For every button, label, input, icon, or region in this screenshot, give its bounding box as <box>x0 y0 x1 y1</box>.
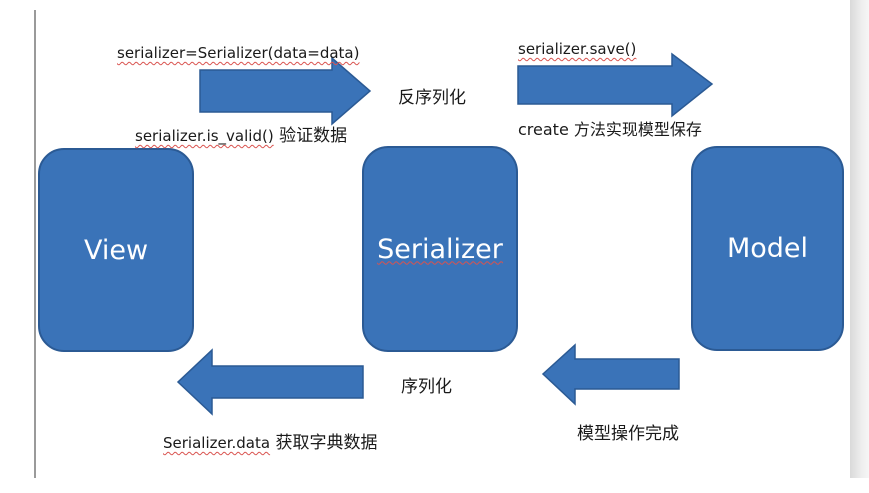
top-left-code-label: serializer=Serializer(data=data) <box>117 44 359 62</box>
save-code-text: serializer.save() <box>518 40 637 58</box>
arrow-left-serialize <box>176 348 364 416</box>
model-box-label: Model <box>726 233 809 264</box>
serialize-label: 序列化 <box>401 377 452 397</box>
model-box: Model <box>691 146 844 351</box>
serializer-box: Serializer <box>362 146 518 352</box>
create-label: create 方法实现模型保存 <box>518 120 702 139</box>
arrow-right-save <box>517 52 714 118</box>
arrow-left-model-done <box>541 343 680 406</box>
serializer-box-label: Serializer <box>377 233 503 265</box>
view-box-label: View <box>83 234 149 266</box>
view-box: View <box>38 148 194 352</box>
serializer-data-label: Serializer.data 获取字典数据 <box>163 428 377 453</box>
serializer-data-zh-text: 获取字典数据 <box>270 433 378 453</box>
model-done-label: 模型操作完成 <box>577 424 679 444</box>
serializer-data-code-text: Serializer.data <box>163 434 271 452</box>
arrow-right-deserialize <box>199 56 372 126</box>
is-valid-code-text: serializer.is_valid() <box>135 127 274 145</box>
save-code-label: serializer.save() <box>518 40 636 58</box>
top-left-code-text: serializer=Serializer(data=data) <box>117 44 360 62</box>
deserialize-label: 反序列化 <box>398 88 466 108</box>
is-valid-label: serializer.is_valid() 验证数据 <box>135 121 347 146</box>
is-valid-zh-text: 验证数据 <box>273 126 348 146</box>
